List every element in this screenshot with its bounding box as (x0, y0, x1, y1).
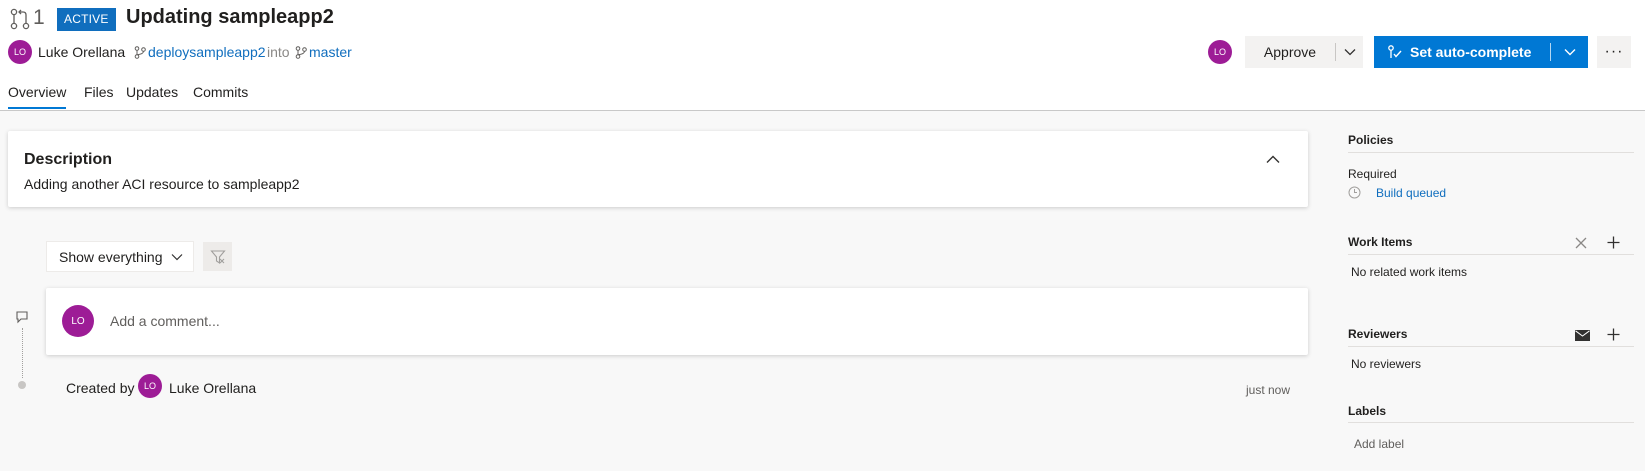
branch-icon (295, 46, 307, 59)
divider (1550, 43, 1551, 61)
avatar: LO (138, 374, 162, 398)
description-heading: Description (24, 151, 113, 168)
tab-overview[interactable]: Overview (8, 84, 67, 109)
comment-box[interactable]: LO Add a comment... (46, 288, 1308, 355)
activity-filter-label: Show everything (59, 248, 163, 265)
timestamp: just now (1246, 383, 1291, 397)
pr-header: 1 ACTIVE Updating sampleapp2 LO Luke Ore… (0, 0, 1645, 111)
activity-filter-dropdown[interactable]: Show everything (46, 241, 194, 272)
timeline-line (22, 328, 23, 378)
tab-files[interactable]: Files (84, 84, 114, 100)
filter-icon (209, 249, 226, 264)
chevron-up-icon[interactable] (1266, 155, 1280, 164)
created-by-label: Created by (66, 380, 135, 396)
divider (1348, 422, 1634, 423)
close-icon[interactable] (1575, 237, 1587, 249)
approve-button[interactable]: Approve (1245, 44, 1335, 60)
avatar: LO (62, 305, 94, 337)
tab-commits[interactable]: Commits (193, 84, 248, 100)
into-text: into (267, 44, 290, 60)
pr-number: 1 (33, 6, 45, 29)
tab-updates[interactable]: Updates (126, 84, 178, 100)
author-name[interactable]: Luke Orellana (38, 44, 125, 60)
chevron-down-icon (171, 253, 182, 260)
reviewers-heading: Reviewers (1348, 327, 1408, 341)
approve-button-group: Approve (1245, 36, 1363, 68)
comment-input[interactable]: Add a comment... (110, 313, 220, 329)
reviewer-avatar[interactable]: LO (1208, 40, 1232, 64)
branch-icon (134, 46, 146, 59)
work-items-empty: No related work items (1351, 265, 1468, 279)
page-title: Updating sampleapp2 (126, 6, 334, 28)
divider (1348, 254, 1634, 255)
clock-icon (1348, 186, 1361, 199)
mail-icon[interactable] (1575, 330, 1590, 341)
status-badge: ACTIVE (57, 8, 116, 31)
filter-button[interactable] (203, 242, 232, 271)
chevron-down-icon (1344, 49, 1355, 56)
divider (1348, 346, 1634, 347)
policies-heading: Policies (1348, 133, 1394, 147)
add-reviewer-icon[interactable] (1607, 328, 1620, 341)
chevron-down-icon (1564, 49, 1575, 56)
reviewers-empty: No reviewers (1351, 357, 1422, 371)
source-branch-link[interactable]: deploysampleapp2 (148, 44, 266, 60)
required-label: Required (1348, 167, 1397, 181)
labels-heading: Labels (1348, 404, 1387, 418)
work-items-heading: Work Items (1348, 235, 1413, 249)
build-status-link[interactable]: Build queued (1376, 186, 1446, 200)
description-card: Description Adding another ACI resource … (8, 131, 1308, 207)
add-label-button[interactable]: Add label (1354, 437, 1404, 451)
divider (1348, 152, 1634, 153)
target-branch-link[interactable]: master (309, 44, 352, 60)
created-by-name[interactable]: Luke Orellana (169, 380, 256, 396)
timeline-dot (18, 381, 26, 389)
set-autocomplete-button[interactable]: Set auto-complete (1410, 44, 1550, 60)
add-work-item-icon[interactable] (1607, 236, 1620, 249)
autocomplete-icon (1374, 44, 1410, 60)
approve-options-button[interactable] (1336, 48, 1363, 56)
comment-icon (16, 311, 28, 324)
description-text: Adding another ACI resource to sampleapp… (24, 176, 300, 192)
pull-request-icon (10, 8, 30, 30)
author-avatar[interactable]: LO (8, 40, 32, 64)
more-actions-button[interactable]: ··· (1597, 36, 1631, 68)
autocomplete-options-button[interactable] (1551, 48, 1588, 56)
autocomplete-button-group: Set auto-complete (1374, 36, 1588, 68)
